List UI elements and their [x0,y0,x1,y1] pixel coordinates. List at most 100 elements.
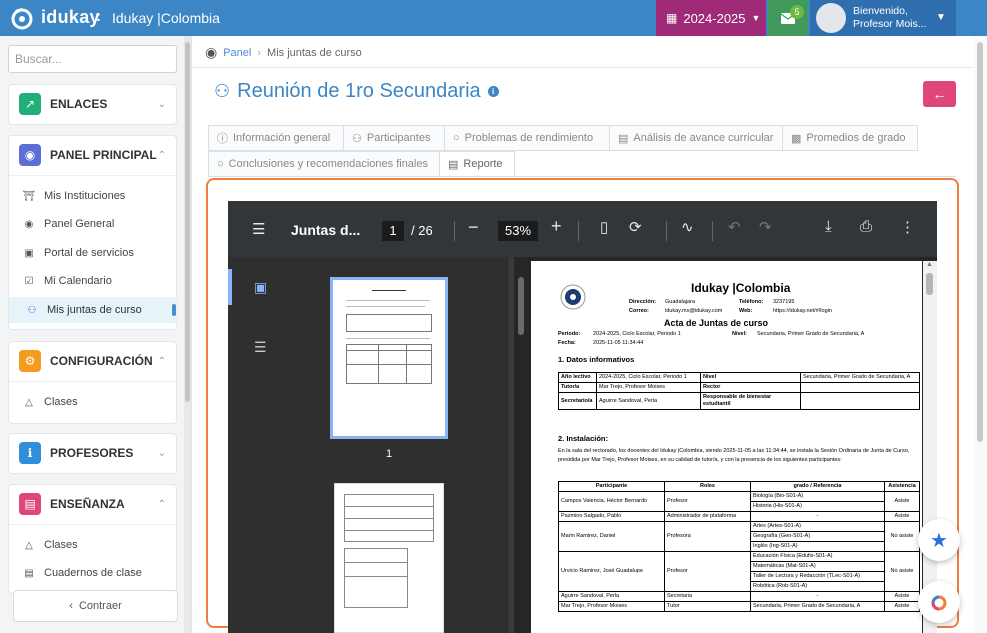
section-panel-principal[interactable]: ◉ PANEL PRINCIPAL ⌃ [8,135,177,175]
annotate-icon[interactable]: ∿ [681,218,694,236]
thumbnails-icon[interactable]: ▣ [254,279,267,296]
zoom-out-icon[interactable]: − [468,217,479,238]
section-title: PROFESORES [50,446,134,460]
outline-icon[interactable]: ☰ [254,339,267,356]
zoom-level-input[interactable]: 53% [498,221,538,241]
assistant-button[interactable] [918,581,960,623]
doc-nivel-label: Nivel: [732,331,747,337]
page-thumbnail-2[interactable] [334,483,444,633]
sidebar-item-label: Panel General [44,218,115,230]
app-logo-text: idukay [41,7,100,27]
sidebar-item-calendario[interactable]: ☑ Mi Calendario [22,270,112,292]
notebook-icon: ▤ [24,567,34,579]
sidebar-item-label: Mi Calendario [44,275,112,287]
page-number-input[interactable]: 1 [382,221,404,241]
tab-label: Análisis de avance curricular [633,132,774,144]
tab-informacion-general[interactable]: ⓘ Información general [208,125,344,151]
sidebar-item-instituciones[interactable]: ⛩ Mis Instituciones [22,185,126,207]
sidebar-scrollbar[interactable] [184,36,191,633]
book-icon: ▤ [19,493,41,515]
chevron-down-icon: ▼ [751,13,761,23]
tab-reporte[interactable]: ▤ Reporte [439,151,515,177]
messages-button[interactable]: 5 [768,0,808,36]
sidebar-item-portal[interactable]: ▣ Portal de servicios [22,242,134,264]
doc-fecha: 2025-11-05 11:34:44 [593,340,644,346]
back-button[interactable]: ← [923,81,956,107]
page-thumbnail-1[interactable] [330,277,448,439]
chevron-up-icon: ⌃ [157,149,166,161]
section-title: ENSEÑANZA [50,497,125,511]
chevron-down-icon: ⌄ [157,98,166,110]
collapse-sidebar-button[interactable]: ‹ Contraer [13,590,178,622]
sidebar-item-juntas[interactable]: ⚇ Mis juntas de curso [25,299,142,321]
users-icon: ⚇ [214,81,231,101]
user-menu[interactable]: Bienvenido, Profesor Mois... ▼ [810,0,956,36]
info-icon[interactable]: i [487,86,499,97]
pdf-page: Idukay |Colombia Dirección: Guadalajara … [531,261,922,633]
fit-page-icon[interactable]: ▯ [600,218,608,236]
users-icon: ⚇ [352,132,362,145]
doc-correo: idukay.mx@idukay.com [665,308,723,314]
breadcrumb-separator-icon: › [257,46,262,59]
dashboard-icon: ◉ [19,144,41,166]
dashboard-icon: ◉ [205,44,218,60]
tab-conclusiones[interactable]: ○ Conclusiones y recomendaciones finales [208,151,440,177]
favorites-button[interactable]: ★ [918,519,960,561]
menu-icon[interactable]: ☰ [252,220,265,238]
section-configuracion[interactable]: ⚙ CONFIGURACIÓN ⌃ [8,341,177,381]
school-year-label: 2024-2025 [683,10,746,26]
participant-row: Urvicio Ramirez, José Guadalupe Profesor E… [558,551,920,592]
doc-direccion: Guadalajara [665,299,695,305]
download-icon[interactable]: ⤓ [825,218,832,235]
sidebar-active-indicator [228,269,232,305]
tab-analisis-avance[interactable]: ▤ Análisis de avance curricular [609,125,783,151]
cart-icon: ▣ [24,247,34,259]
sidebar-item-panel-general[interactable]: ◉ Panel General [22,213,115,235]
section-title: ENLACES [50,97,108,111]
idukay-logo-icon [11,8,33,30]
more-options-icon[interactable]: ⋮ [900,218,915,236]
cogs-icon: ⚙ [19,350,41,372]
zoom-in-icon[interactable]: + [551,216,562,237]
page-title: Reunión de 1ro Secundaria [237,80,481,102]
tab-participantes[interactable]: ⚇ Participantes [343,125,445,151]
organization-name: Idukay |Colombia [112,10,220,26]
redo-icon[interactable]: ↷ [759,218,772,236]
section-enlaces[interactable]: ↗ ENLACES ⌄ [8,84,177,124]
doc-org-title: Idukay |Colombia [691,281,791,295]
tab-label: Participantes [366,132,431,144]
main-scrollbar[interactable] [974,36,987,633]
calendar-icon: ▦ [666,11,678,25]
sidebar-item-label: Clases [44,539,78,551]
breadcrumb-home-link[interactable]: Panel [223,47,251,59]
page-scrollbar[interactable]: ▲ [923,261,937,633]
page-total: / 26 [411,223,433,238]
section-profesores[interactable]: ℹ PROFESORES ⌄ [8,433,177,473]
thumbnail-page-label: 1 [386,448,393,460]
sidebar-item-label: Clases [44,396,78,408]
tab-label: Conclusiones y recomendaciones finales [228,158,428,170]
search-input[interactable]: Buscar... [8,45,177,73]
doc-nivel: Secundaria, Primer Grado de Secundaria, … [757,331,865,337]
institution-icon: ⛩ [22,190,36,202]
section-ensenanza[interactable]: ▤ ENSEÑANZA ⌃ [8,484,177,524]
collapse-label: Contraer [78,600,122,612]
id-card-icon: ℹ [19,442,41,464]
sidebar-item-clases-config[interactable]: △ Clases [22,391,78,413]
rotate-icon[interactable]: ⟳ [629,218,642,236]
print-icon[interactable]: ⎙ [860,218,872,235]
tab-promedios-grado[interactable]: ▩ Promedios de grado [782,125,918,151]
thumbnail-scrollbar[interactable] [514,257,531,633]
doc-telefono-label: Teléfono: [739,299,764,305]
active-indicator [172,304,176,316]
avatar [816,3,846,33]
doc-web-label: Web: [739,308,753,314]
sidebar-item-cuadernos[interactable]: ▤ Cuadernos de clase [22,562,142,584]
school-year-selector[interactable]: ▦ 2024-2025 ▼ [656,0,766,36]
tab-label: Problemas de rendimiento [464,132,594,144]
tab-problemas-rendimiento[interactable]: ○ Problemas de rendimiento [444,125,610,151]
undo-icon[interactable]: ↶ [728,218,741,236]
doc-correo-label: Correo: [629,308,649,314]
sidebar-item-clases[interactable]: △ Clases [22,534,78,556]
doc-fecha-label: Fecha: [558,340,576,346]
